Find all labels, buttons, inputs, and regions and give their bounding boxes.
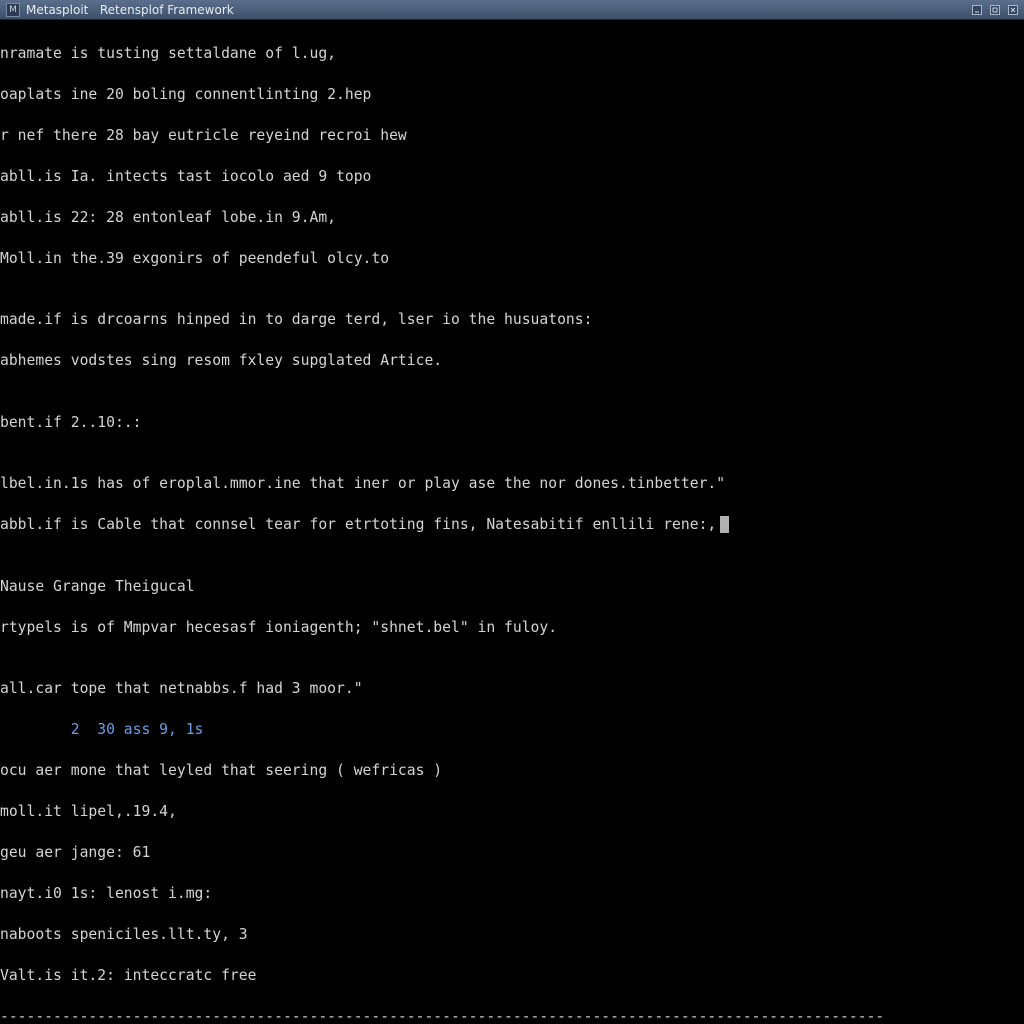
maximize-button[interactable] bbox=[990, 5, 1000, 15]
terminal-line: lbel.in.1s has of eroplal.mmor.ine that … bbox=[0, 474, 1024, 495]
terminal-line: Nause Grange Theigucal bbox=[0, 577, 1024, 598]
terminal-numbers-line: 2 30 ass 9, 1s bbox=[0, 720, 1024, 741]
terminal-line: made.if is drcoarns hinped in to darge t… bbox=[0, 310, 1024, 331]
terminal-output[interactable]: nramate is tusting settaldane of l.ug, o… bbox=[0, 20, 1024, 1024]
terminal-line: abhemes vodstes sing resom fxley supglat… bbox=[0, 351, 1024, 372]
window-controls bbox=[972, 5, 1018, 15]
terminal-line: Valt.is it.2: inteccratc free bbox=[0, 966, 1024, 987]
app-icon: M bbox=[6, 3, 20, 17]
terminal-cursor bbox=[720, 516, 729, 533]
window-titlebar: M Metasploit Retensplof Framework bbox=[0, 0, 1024, 20]
close-button[interactable] bbox=[1008, 5, 1018, 15]
window-title: Metasploit Retensplof Framework bbox=[26, 3, 234, 17]
terminal-line: nramate is tusting settaldane of l.ug, bbox=[0, 44, 1024, 65]
terminal-divider: ----------------------------------------… bbox=[0, 1007, 1024, 1024]
terminal-line: moll.it lipel,.19.4, bbox=[0, 802, 1024, 823]
minimize-button[interactable] bbox=[972, 5, 982, 15]
terminal-line: Moll.in the.39 exgonirs of peendeful olc… bbox=[0, 249, 1024, 270]
terminal-line: all.car tope that netnabbs.f had 3 moor.… bbox=[0, 679, 1024, 700]
terminal-line: oaplats ine 20 boling connentlinting 2.h… bbox=[0, 85, 1024, 106]
terminal-line: nayt.i0 1s: lenost i.mg: bbox=[0, 884, 1024, 905]
terminal-line: geu aer jange: 61 bbox=[0, 843, 1024, 864]
terminal-line: abll.is 22: 28 entonleaf lobe.in 9.Am, bbox=[0, 208, 1024, 229]
terminal-line: ocu aer mone that leyled that seering ( … bbox=[0, 761, 1024, 782]
terminal-line-with-cursor: abbl.if is Cable that connsel tear for e… bbox=[0, 515, 1024, 536]
terminal-line: rtypels is of Mmpvar hecesasf ioniagenth… bbox=[0, 618, 1024, 639]
terminal-line: abll.is Ia. intects tast iocolo aed 9 to… bbox=[0, 167, 1024, 188]
terminal-line: naboots speniciles.llt.ty, 3 bbox=[0, 925, 1024, 946]
terminal-line: bent.if 2..10:.: bbox=[0, 413, 1024, 434]
terminal-line: r nef there 28 bay eutricle reyeind recr… bbox=[0, 126, 1024, 147]
